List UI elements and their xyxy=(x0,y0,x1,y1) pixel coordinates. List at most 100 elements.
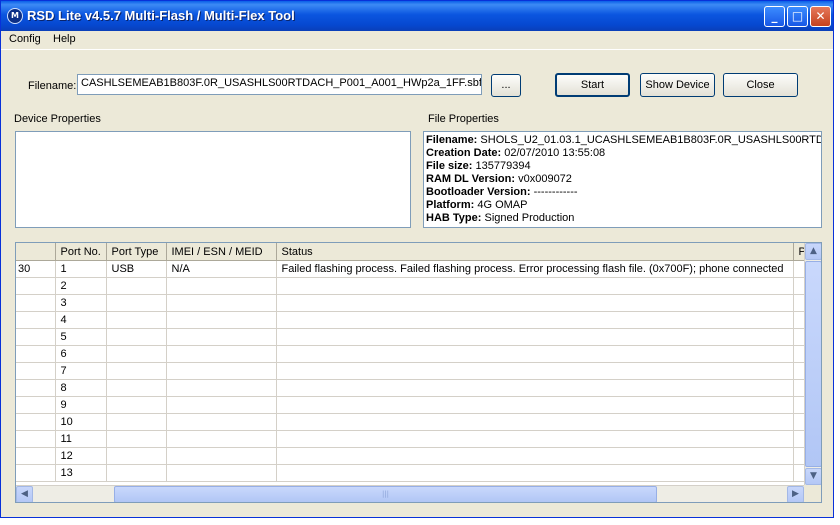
file-prop-key: File size: xyxy=(426,160,473,172)
cell-port-no: 12 xyxy=(55,447,107,465)
col-header-port-type[interactable]: Port Type xyxy=(106,243,167,261)
cell-status xyxy=(276,362,794,380)
maximize-button[interactable]: □ xyxy=(787,6,808,27)
cell-status xyxy=(276,447,794,465)
cell-index: 30 xyxy=(16,260,56,278)
horizontal-scroll-thumb[interactable]: ||| xyxy=(114,486,657,502)
scroll-up-button[interactable]: ▲ xyxy=(805,243,821,260)
table-row[interactable]: 7 xyxy=(16,362,807,380)
table-row[interactable]: 8 xyxy=(16,379,807,397)
table-header-row: Port No. Port Type IMEI / ESN / MEID Sta… xyxy=(16,243,807,261)
cell-status xyxy=(276,379,794,397)
vertical-scroll-thumb[interactable] xyxy=(805,261,821,467)
cell-index xyxy=(16,379,56,397)
cell-port-no: 9 xyxy=(55,396,107,414)
device-table: Port No. Port Type IMEI / ESN / MEID Sta… xyxy=(16,243,807,482)
cell-port-type xyxy=(106,311,167,329)
cell-port-type xyxy=(106,277,167,295)
start-button[interactable]: Start xyxy=(555,73,630,97)
cell-port-no: 1 xyxy=(55,260,107,278)
cell-imei xyxy=(166,464,277,482)
device-grid[interactable]: Port No. Port Type IMEI / ESN / MEID Sta… xyxy=(15,242,822,503)
cell-port-type xyxy=(106,447,167,465)
cell-port-type xyxy=(106,464,167,482)
horizontal-scrollbar[interactable]: ◀ ||| ▶ xyxy=(16,485,804,502)
cell-status xyxy=(276,430,794,448)
close-window-button[interactable]: ✕ xyxy=(810,6,831,27)
close-button[interactable]: Close xyxy=(723,73,798,97)
table-row[interactable]: 13 xyxy=(16,464,807,482)
scroll-right-button[interactable]: ▶ xyxy=(787,486,804,502)
filename-label: Filename: xyxy=(28,80,77,92)
file-prop-value: 4G OMAP xyxy=(477,199,528,211)
cell-imei xyxy=(166,345,277,363)
cell-port-type xyxy=(106,430,167,448)
cell-imei xyxy=(166,277,277,295)
file-prop-value: Signed Production xyxy=(484,212,575,224)
file-prop-row: HAB Type: Signed Production xyxy=(424,212,821,225)
table-row[interactable]: 30 1 USB N/A Failed flashing process. Failed… xyxy=(16,260,807,278)
device-properties-panel[interactable] xyxy=(15,131,411,228)
cell-imei xyxy=(166,362,277,380)
file-prop-row: Creation Date: 02/07/2010 13:55:08 xyxy=(424,147,821,160)
cell-index xyxy=(16,362,56,380)
motorola-logo-icon: M xyxy=(7,8,23,24)
cell-imei xyxy=(166,430,277,448)
table-row[interactable]: 9 xyxy=(16,396,807,414)
cell-imei xyxy=(166,396,277,414)
title-bar[interactable]: M RSD Lite v4.5.7 Multi-Flash / Multi-Fl… xyxy=(1,1,833,31)
table-row[interactable]: 4 xyxy=(16,311,807,329)
table-row[interactable]: 10 xyxy=(16,413,807,431)
cell-port-no: 4 xyxy=(55,311,107,329)
cell-imei xyxy=(166,413,277,431)
cell-imei xyxy=(166,447,277,465)
cell-port-type xyxy=(106,328,167,346)
col-header-index[interactable] xyxy=(16,243,56,261)
col-header-port-no[interactable]: Port No. xyxy=(55,243,107,261)
menu-bar: Config Help xyxy=(1,31,833,50)
table-row[interactable]: 11 xyxy=(16,430,807,448)
file-prop-key: Bootloader Version: xyxy=(426,186,531,198)
filename-field[interactable]: CASHLSEMEAB1B803F.0R_USASHLS00RTDACH_P00… xyxy=(77,74,482,95)
file-prop-key: Filename: xyxy=(426,134,478,146)
file-prop-key: Platform: xyxy=(426,199,475,211)
table-row[interactable]: 12 xyxy=(16,447,807,465)
cell-index xyxy=(16,396,56,414)
cell-imei: N/A xyxy=(166,260,277,278)
vertical-scrollbar[interactable]: ▲ ▼ xyxy=(804,243,821,485)
cell-status xyxy=(276,311,794,329)
cell-status: Failed flashing process. Failed flashing… xyxy=(276,260,794,278)
file-prop-key: RAM DL Version: xyxy=(426,173,516,185)
menu-help[interactable]: Help xyxy=(53,33,76,45)
file-prop-value: 02/07/2010 13:55:08 xyxy=(504,147,606,159)
show-device-button[interactable]: Show Device xyxy=(640,73,715,97)
scroll-left-button[interactable]: ◀ xyxy=(16,486,33,502)
table-row[interactable]: 3 xyxy=(16,294,807,312)
cell-status xyxy=(276,345,794,363)
cell-port-type xyxy=(106,413,167,431)
table-row[interactable]: 6 xyxy=(16,345,807,363)
table-row[interactable]: 2 xyxy=(16,277,807,295)
window-title: RSD Lite v4.5.7 Multi-Flash / Multi-Flex… xyxy=(27,8,295,23)
browse-button[interactable]: ... xyxy=(491,74,521,97)
cell-imei xyxy=(166,328,277,346)
cell-port-type xyxy=(106,396,167,414)
cell-port-type: USB xyxy=(106,260,167,278)
file-prop-value: 135779394 xyxy=(475,160,531,172)
cell-port-no: 2 xyxy=(55,277,107,295)
cell-port-type xyxy=(106,362,167,380)
cell-port-type xyxy=(106,379,167,397)
menu-config[interactable]: Config xyxy=(9,33,41,45)
cell-index xyxy=(16,328,56,346)
device-properties-label: Device Properties xyxy=(14,113,101,125)
scroll-down-button[interactable]: ▼ xyxy=(805,468,821,485)
table-row[interactable]: 5 xyxy=(16,328,807,346)
cell-index xyxy=(16,345,56,363)
cell-port-no: 6 xyxy=(55,345,107,363)
cell-status xyxy=(276,294,794,312)
cell-status xyxy=(276,464,794,482)
minimize-button[interactable]: _ xyxy=(764,6,785,27)
col-header-imei[interactable]: IMEI / ESN / MEID xyxy=(166,243,277,261)
file-prop-value: ------------ xyxy=(533,186,578,198)
col-header-status[interactable]: Status xyxy=(276,243,794,261)
